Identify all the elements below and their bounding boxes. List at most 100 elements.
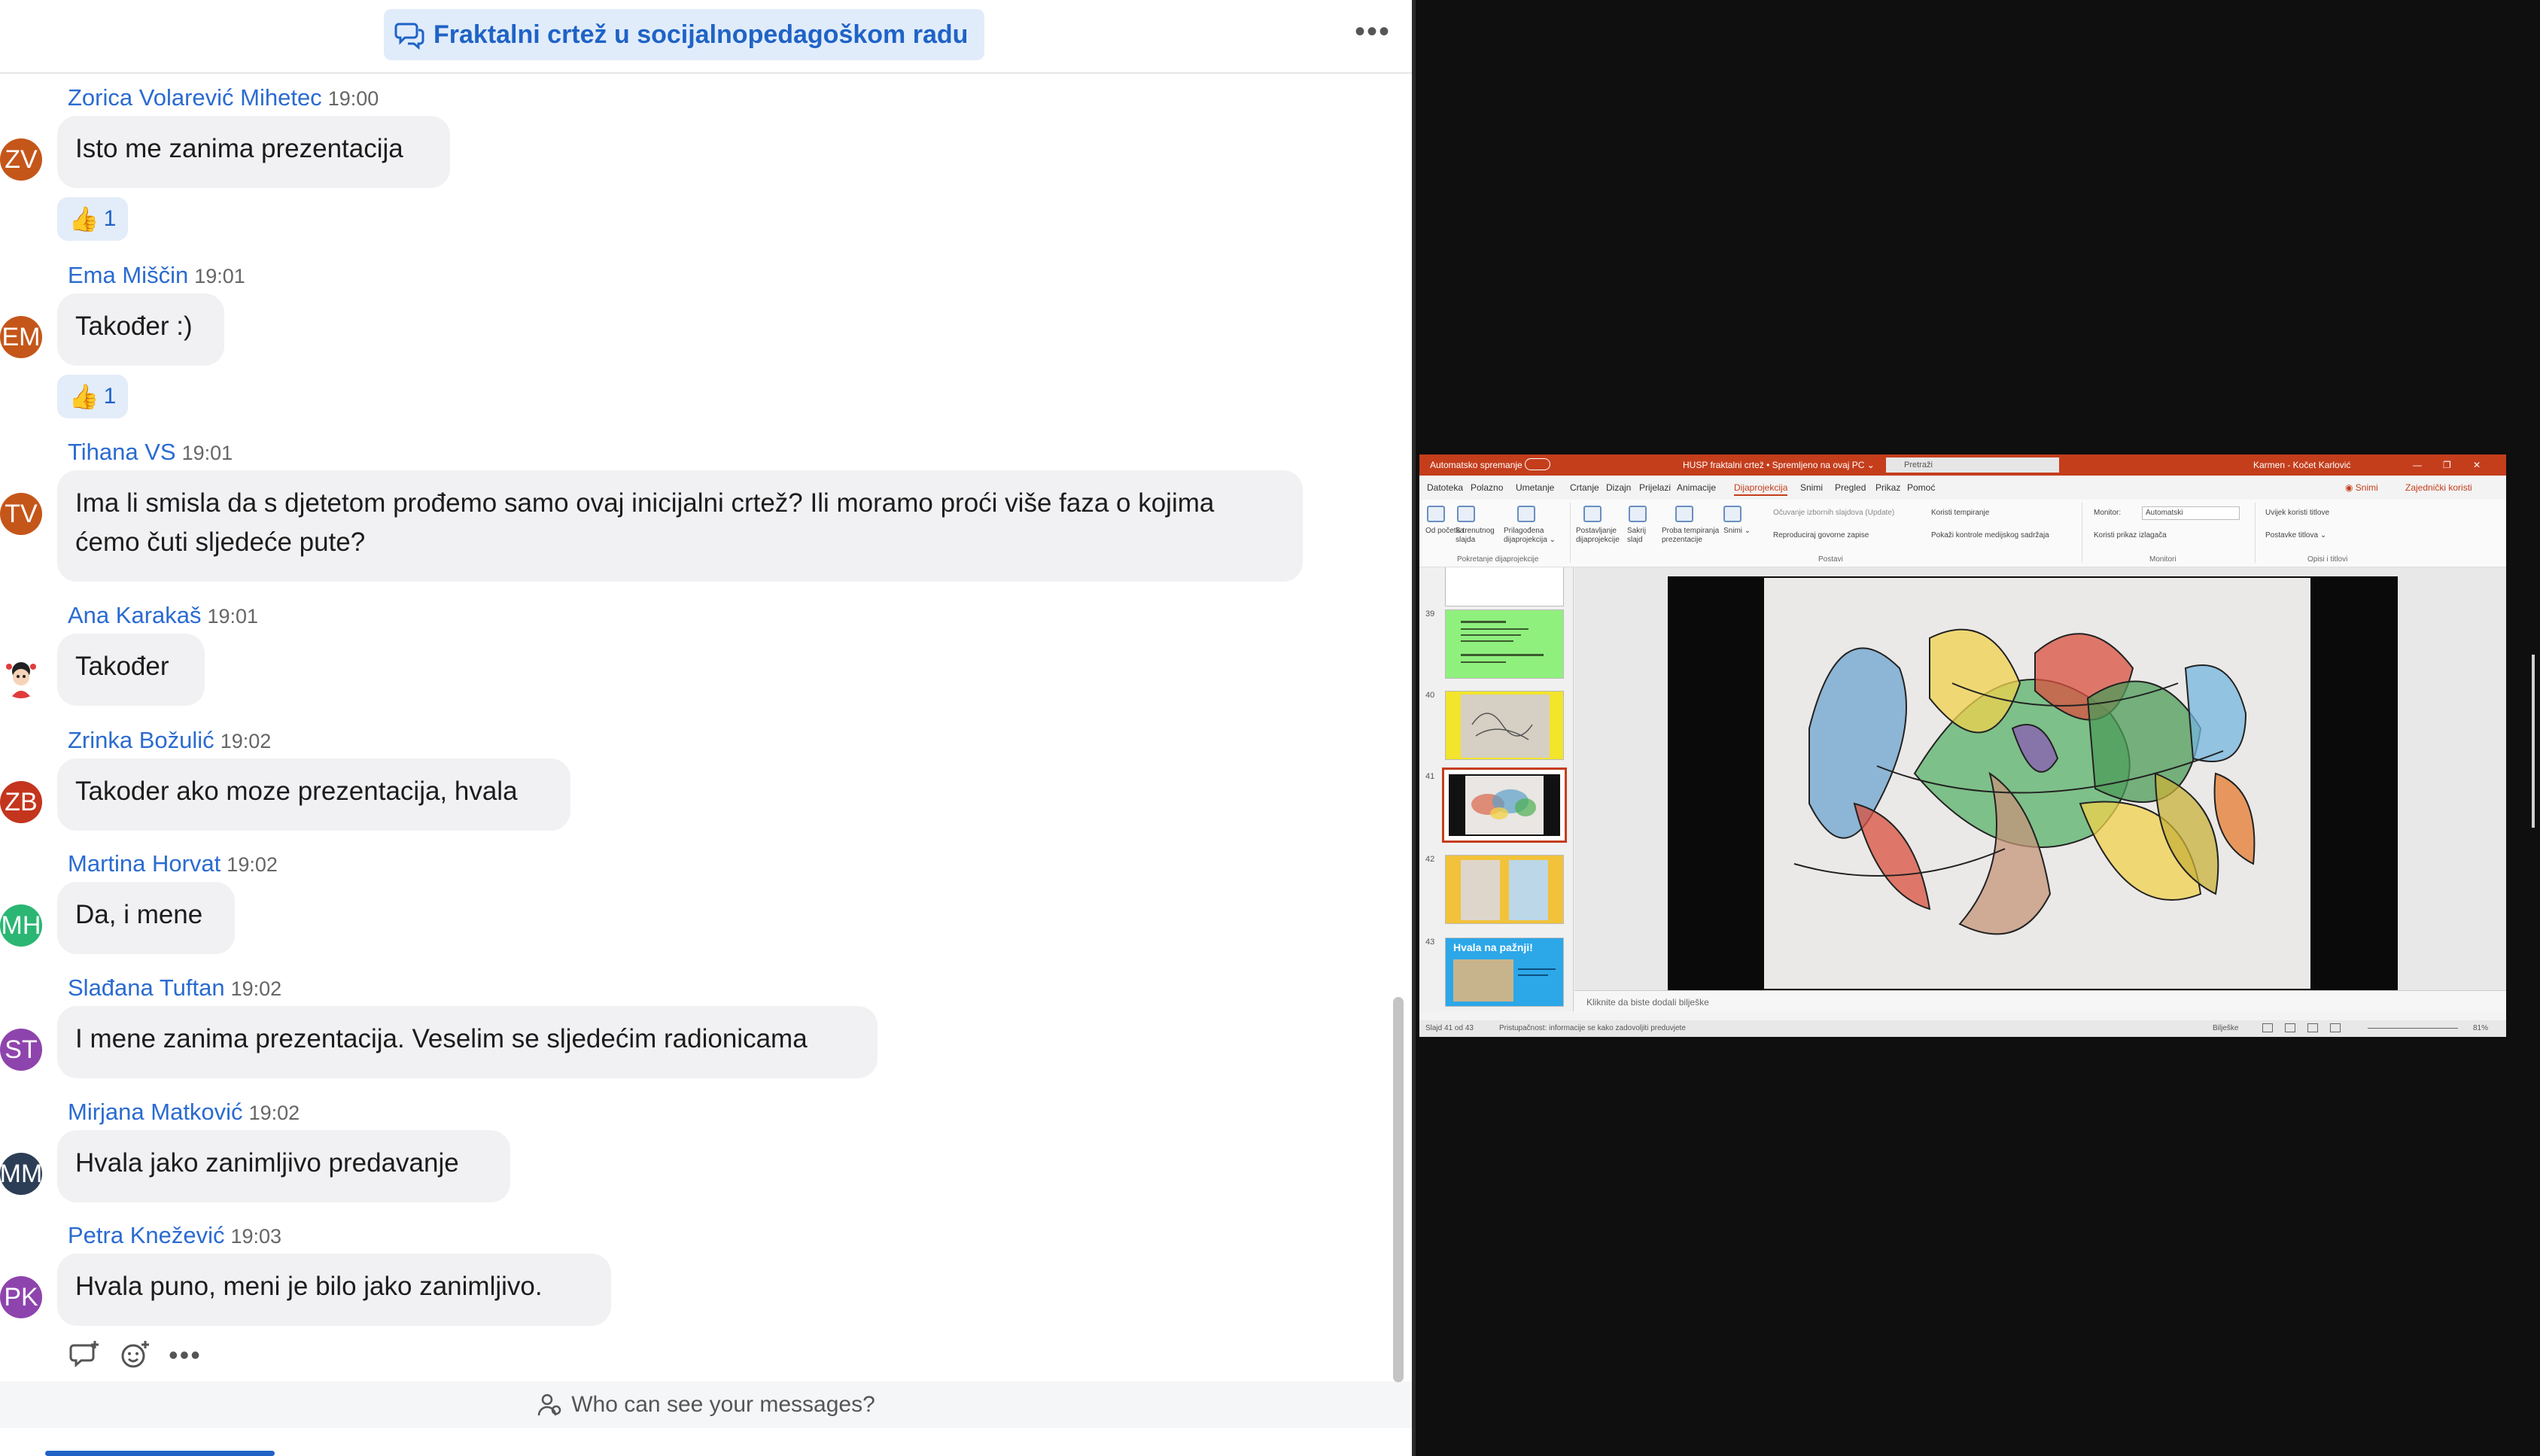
message-bubble[interactable]: Hvala jako zanimljivo predavanje: [57, 1130, 510, 1202]
avatar[interactable]: PK: [0, 1276, 42, 1318]
slideshow-view-icon[interactable]: [2330, 1023, 2341, 1032]
message-bubble[interactable]: Takoder ako moze prezentacija, hvala: [57, 758, 570, 831]
avatar[interactable]: MM: [0, 1153, 42, 1195]
avatar[interactable]: ZV: [0, 138, 42, 181]
message-bubble[interactable]: Isto me zanima prezentacija: [57, 116, 450, 188]
avatar[interactable]: TV: [0, 493, 42, 535]
message-sender[interactable]: Ana Karakaš 19:01: [68, 602, 258, 629]
hide-slide-icon[interactable]: [1629, 506, 1647, 522]
play-from-current-icon[interactable]: [1457, 506, 1475, 522]
ribbon-setup-show[interactable]: Postavljanje dijaprojekcije: [1576, 527, 1629, 545]
custom-show-icon[interactable]: [1517, 506, 1535, 522]
menu-item-11[interactable]: Pomoć: [1907, 482, 1935, 493]
sender-name[interactable]: Petra Knežević: [68, 1222, 225, 1248]
message-sender[interactable]: Zrinka Božulić 19:02: [68, 727, 271, 754]
autosave-toggle[interactable]: [1525, 458, 1550, 470]
chat-title-button[interactable]: Fraktalni crtež u socijalnopedagoškom ra…: [384, 9, 985, 60]
rehearse-icon[interactable]: [1675, 506, 1693, 522]
add-reaction-icon[interactable]: [119, 1339, 151, 1371]
current-slide[interactable]: [1668, 576, 2398, 990]
avatar[interactable]: ZB: [0, 781, 42, 823]
ribbon-from-start[interactable]: Od početka: [1425, 527, 1464, 536]
menu-item-5[interactable]: Prijelazi: [1639, 482, 1671, 493]
slide-thumb-40[interactable]: [1445, 691, 1564, 760]
message-sender[interactable]: Ema Miščin 19:01: [68, 262, 245, 289]
chat-scrollbar-thumb[interactable]: [1393, 997, 1404, 1382]
message-bubble[interactable]: Da, i mene: [57, 882, 235, 954]
screen-edge-scrollbar[interactable]: [2532, 655, 2535, 828]
slide-thumb-42[interactable]: [1445, 855, 1564, 924]
ribbon-subtitle-settings[interactable]: Postavke titlova ⌄: [2265, 531, 2326, 540]
more-options-button[interactable]: •••: [1355, 17, 1391, 47]
avatar[interactable]: ST: [0, 1029, 42, 1071]
ribbon-hide-slide[interactable]: Sakrij slajd: [1627, 527, 1657, 545]
sender-name[interactable]: Ema Miščin: [68, 262, 188, 288]
sender-name[interactable]: Martina Horvat: [68, 850, 221, 877]
record-icon[interactable]: [1723, 506, 1741, 522]
notes-toggle-button[interactable]: Bilješke: [2213, 1024, 2238, 1032]
menu-item-8[interactable]: Snimi: [1800, 482, 1823, 493]
ribbon-record[interactable]: Snimi ⌄: [1723, 527, 1751, 535]
avatar[interactable]: [0, 656, 42, 698]
slide-thumb-38[interactable]: [1445, 567, 1564, 606]
avatar[interactable]: MH: [0, 904, 42, 947]
slide-thumb-39[interactable]: [1445, 609, 1564, 679]
slide-sorter-icon[interactable]: [2285, 1023, 2295, 1032]
ribbon-check-media-controls[interactable]: Pokaži kontrole medijskog sadržaja: [1931, 531, 2049, 540]
sender-name[interactable]: Ana Karakaš: [68, 602, 202, 628]
message-sender[interactable]: Mirjana Matković 19:02: [68, 1099, 300, 1126]
menu-item-0[interactable]: Datoteka: [1427, 482, 1463, 493]
setup-show-icon[interactable]: [1583, 506, 1602, 522]
reading-view-icon[interactable]: [2307, 1023, 2318, 1032]
message-bubble[interactable]: Također: [57, 634, 205, 706]
message-bubble[interactable]: I mene zanima prezentacija. Veselim se s…: [57, 1006, 878, 1078]
sender-name[interactable]: Mirjana Matković: [68, 1099, 243, 1125]
slide-thumbnail-pane[interactable]: 39 40 41 42 43 Hvala na pažnji!: [1419, 567, 1574, 1011]
maximize-icon[interactable]: ❐: [2443, 460, 2451, 470]
notes-pane[interactable]: Kliknite da biste dodali bilješke: [1574, 990, 2506, 1013]
reaction-chip[interactable]: 👍 1: [57, 197, 128, 241]
privacy-footer[interactable]: Who can see your messages?: [0, 1382, 1412, 1428]
menu-item-6[interactable]: Animacije: [1677, 482, 1716, 493]
sender-name[interactable]: Tihana VS: [68, 439, 176, 465]
play-from-start-icon[interactable]: [1427, 506, 1445, 522]
normal-view-icon[interactable]: [2262, 1023, 2273, 1032]
share-button[interactable]: Zajednički koristi: [2405, 482, 2472, 493]
doc-title[interactable]: HUSP fraktalni crtež • Spremljeno na ova…: [1683, 460, 1875, 470]
message-sender[interactable]: Slađana Tuftan 19:02: [68, 974, 281, 1002]
message-bubble[interactable]: Također :): [57, 293, 224, 366]
sender-name[interactable]: Zrinka Božulić: [68, 727, 214, 753]
message-sender[interactable]: Tihana VS 19:01: [68, 439, 233, 466]
message-sender[interactable]: Martina Horvat 19:02: [68, 850, 278, 877]
compose-button-edge[interactable]: [45, 1451, 275, 1456]
ribbon-presenter-view[interactable]: Koristi prikaz izlagača: [2094, 531, 2167, 540]
zoom-level[interactable]: 81%: [2473, 1024, 2488, 1032]
message-sender[interactable]: Petra Knežević 19:03: [68, 1222, 281, 1249]
minimize-icon[interactable]: —: [2413, 460, 2422, 470]
ribbon-check-timings[interactable]: Koristi tempiranje: [1931, 509, 1989, 517]
message-sender[interactable]: Zorica Volarević Mihetec 19:00: [68, 84, 379, 111]
menu-item-4[interactable]: Dizajn: [1606, 482, 1631, 493]
message-bubble[interactable]: Hvala puno, meni je bilo jako zanimljivo…: [57, 1254, 611, 1326]
ribbon-from-current[interactable]: S trenutnog slajda: [1456, 527, 1501, 545]
ppt-user-name[interactable]: Karmen - Kočet Karlović: [2253, 460, 2350, 470]
sender-name[interactable]: Slađana Tuftan: [68, 974, 225, 1001]
ribbon-custom-show[interactable]: Prilagođena dijaprojekcija ⌄: [1504, 527, 1564, 545]
ribbon-always-subtitles[interactable]: Uvijek koristi titlove: [2265, 509, 2329, 517]
menu-item-3[interactable]: Crtanje: [1570, 482, 1599, 493]
avatar[interactable]: EM: [0, 316, 42, 358]
record-button[interactable]: ◉ Snimi: [2345, 482, 2378, 493]
menu-item-7[interactable]: Dijaprojekcija: [1734, 482, 1788, 496]
zoom-slider[interactable]: [2368, 1028, 2458, 1029]
sender-name[interactable]: Zorica Volarević Mihetec: [68, 84, 322, 111]
menu-item-1[interactable]: Polazno: [1471, 482, 1503, 493]
slide-thumb-43[interactable]: Hvala na pažnji!: [1445, 938, 1564, 1007]
menu-item-10[interactable]: Prikaz: [1875, 482, 1900, 493]
close-icon[interactable]: ✕: [2473, 460, 2481, 470]
menu-item-9[interactable]: Pregled: [1835, 482, 1866, 493]
accessibility-status[interactable]: Pristupačnost: informacije se kako zadov…: [1499, 1024, 1686, 1032]
ribbon-rehearse[interactable]: Proba tempiranja prezentacije: [1662, 527, 1722, 545]
more-actions-button[interactable]: •••: [169, 1339, 202, 1371]
ribbon-check-narration[interactable]: Reproduciraj govorne zapise: [1773, 531, 1869, 540]
menu-item-2[interactable]: Umetanje: [1516, 482, 1554, 493]
